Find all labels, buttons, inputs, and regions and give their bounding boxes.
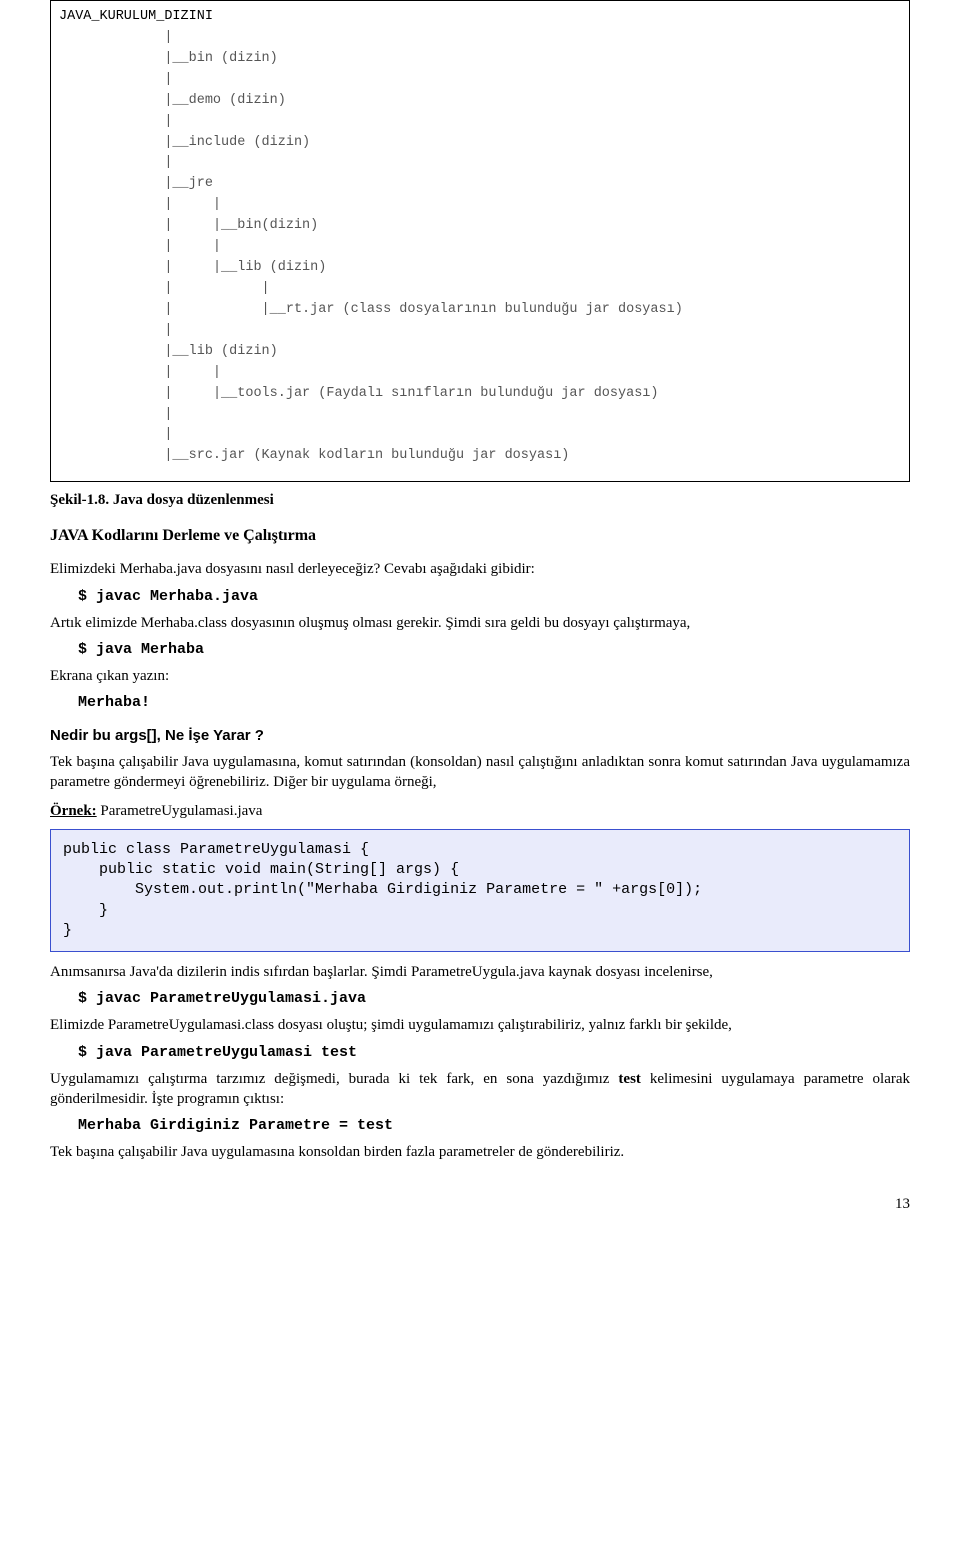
tree-line: |__demo (dizin) bbox=[164, 93, 286, 108]
figure-caption: Şekil-1.8. Java dosya düzenlenmesi bbox=[50, 492, 910, 509]
shell-command: $ java ParametreUygulamasi test bbox=[78, 1044, 910, 1061]
section-heading: JAVA Kodlarını Derleme ve Çalıştırma bbox=[50, 527, 910, 545]
tree-line: |__src.jar (Kaynak kodların bulunduğu ja… bbox=[164, 448, 569, 463]
tree-line: |__lib (dizin) bbox=[213, 260, 326, 275]
tree-line: |__include (dizin) bbox=[164, 135, 310, 150]
shell-command: $ java Merhaba bbox=[78, 641, 910, 658]
subsection-heading: Nedir bu args[], Ne İşe Yarar ? bbox=[50, 727, 910, 744]
tree-line: |__jre bbox=[164, 176, 213, 191]
shell-output: Merhaba! bbox=[78, 694, 910, 711]
text-span: Uygulamamızı çalıştırma tarzımız değişme… bbox=[50, 1071, 618, 1087]
shell-command: $ javac ParametreUygulamasi.java bbox=[78, 990, 910, 1007]
tree-line: |__bin (dizin) bbox=[164, 51, 277, 66]
bold-keyword: test bbox=[618, 1071, 641, 1087]
tree-line: |__tools.jar (Faydalı sınıfların bulundu… bbox=[213, 386, 659, 401]
shell-command: $ javac Merhaba.java bbox=[78, 588, 910, 605]
body-text: Anımsanırsa Java'da dizilerin indis sıfı… bbox=[50, 962, 910, 982]
example-label: Örnek: bbox=[50, 803, 97, 819]
code-block: public class ParametreUygulamasi { publi… bbox=[50, 829, 910, 952]
document-page: JAVA_KURULUM_DIZINI | |__bin (dizin) | |… bbox=[0, 0, 960, 1243]
tree-line: |__rt.jar (class dosyalarının bulunduğu … bbox=[262, 302, 683, 317]
body-text: Elimizdeki Merhaba.java dosyasını nasıl … bbox=[50, 559, 910, 579]
example-line: Örnek: ParametreUygulamasi.java bbox=[50, 801, 910, 821]
directory-tree-box: JAVA_KURULUM_DIZINI | |__bin (dizin) | |… bbox=[50, 0, 910, 482]
body-text: Uygulamamızı çalıştırma tarzımız değişme… bbox=[50, 1069, 910, 1110]
tree-root: JAVA_KURULUM_DIZINI bbox=[59, 9, 213, 24]
body-text: Tek başına çalışabilir Java uygulamasına… bbox=[50, 752, 910, 793]
body-text: Elimizde ParametreUygulamasi.class dosya… bbox=[50, 1015, 910, 1035]
shell-output: Merhaba Girdiginiz Parametre = test bbox=[78, 1117, 910, 1134]
tree-line: |__lib (dizin) bbox=[164, 344, 277, 359]
body-text: Artık elimizde Merhaba.class dosyasının … bbox=[50, 613, 910, 633]
body-text: Ekrana çıkan yazın: bbox=[50, 666, 910, 686]
directory-tree: JAVA_KURULUM_DIZINI | |__bin (dizin) | |… bbox=[59, 7, 901, 467]
tree-line: |__bin(dizin) bbox=[213, 218, 318, 233]
example-file: ParametreUygulamasi.java bbox=[97, 803, 263, 819]
body-text: Tek başına çalışabilir Java uygulamasına… bbox=[50, 1142, 910, 1162]
page-number: 13 bbox=[50, 1196, 910, 1213]
